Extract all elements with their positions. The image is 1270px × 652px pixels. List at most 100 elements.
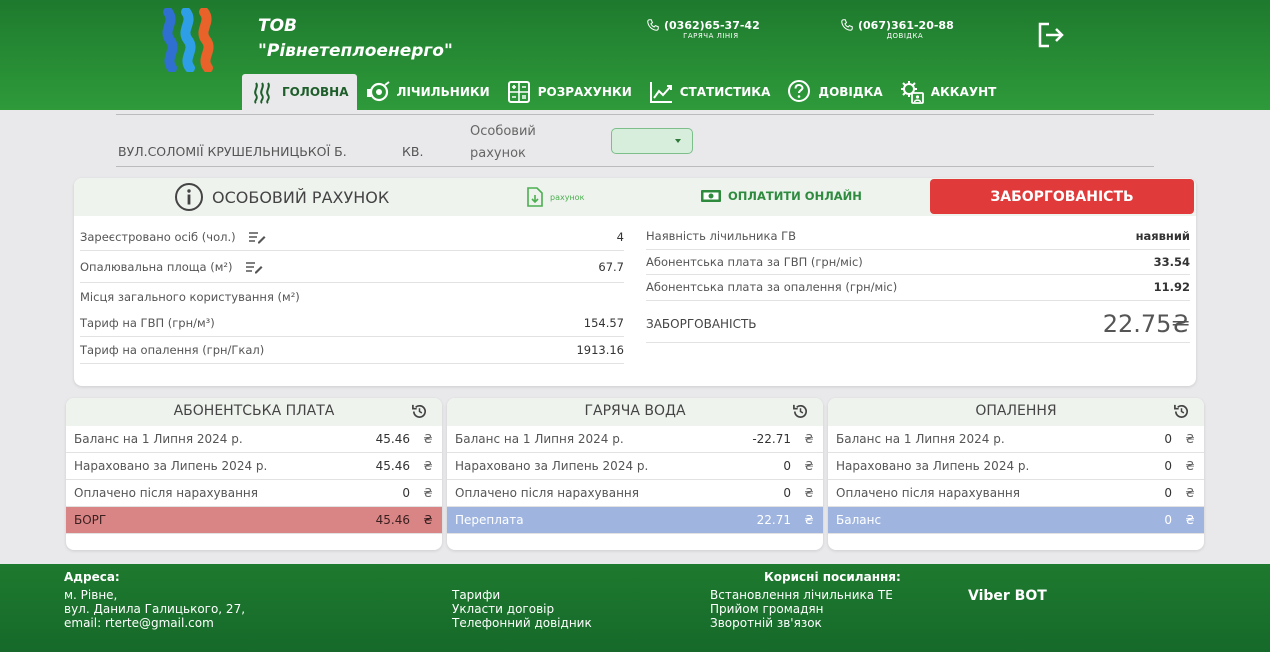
currency-icon: ₴ <box>1185 486 1195 500</box>
card-total-row: Переплата 22.71 ₴ <box>447 507 823 534</box>
account-gear-icon <box>900 81 924 104</box>
footer: Адреса: м. Рівне, вул. Данила Галицького… <box>0 564 1270 652</box>
currency-icon: ₴ <box>1185 513 1195 527</box>
footer-link-tariffs[interactable]: Тарифи <box>452 588 592 602</box>
info-row: Місця загального користування (м²) <box>80 283 624 310</box>
phone-icon <box>647 19 659 31</box>
currency-icon: ₴ <box>1185 459 1195 473</box>
card-row: Оплачено після нарахування 0 ₴ <box>66 480 442 507</box>
account-panel: ОСОБОВИЙ РАХУНОК рахунок ОПЛАТИТИ ОНЛАЙН… <box>74 178 1196 386</box>
footer-link-meter-install[interactable]: Встановлення лічильника ТЕ <box>710 588 893 602</box>
nav-calculations-label: РОЗРАХУНКИ <box>537 85 632 99</box>
info-row-label: Тариф на опалення (грн/Гкал) <box>80 343 265 357</box>
card-row: Нараховано за Липень 2024 р. 0 ₴ <box>828 453 1204 480</box>
hotline-phone[interactable]: (0362)65-37-42 ГАРЯЧА ЛІНІЯ <box>646 18 760 40</box>
debt-total-value: 22.75₴ <box>1102 310 1190 338</box>
card-row-label: Оплачено після нарахування <box>74 486 258 500</box>
info-row-label: Наявність лічильника ГВ <box>646 229 797 244</box>
nav-statistics-label: СТАТИСТИКА <box>679 85 771 99</box>
company-name: ТОВ "Рівнетеплоенерго" <box>258 14 453 64</box>
cash-icon <box>701 190 721 202</box>
company-line-1: ТОВ <box>258 16 298 36</box>
card-title: АБОНЕНТСЬКА ПЛАТА <box>173 403 335 419</box>
info-row: Зареєстровано осіб (чол.) 4 <box>80 224 624 251</box>
history-icon[interactable] <box>411 403 428 420</box>
currency-icon: ₴ <box>423 459 433 473</box>
footer-address-line: вул. Данила Галицького, 27, <box>64 602 246 616</box>
company-logo-icon[interactable] <box>160 8 224 72</box>
info-icon <box>175 183 203 211</box>
card-row-label: Нараховано за Липень 2024 р. <box>74 459 268 473</box>
debt-total-label: ЗАБОРГОВАНІСТЬ <box>646 317 757 331</box>
nav-account[interactable]: АККАУНТ <box>891 74 1005 110</box>
info-row-value: 4 <box>616 230 624 244</box>
nav-help[interactable]: ДОВІДКА <box>778 74 890 110</box>
card-row: Баланс на 1 Липня 2024 р. -22.71 ₴ <box>447 426 823 453</box>
footer-viber-bot[interactable]: Viber BOT <box>968 588 1047 604</box>
card-row-label: Нараховано за Липень 2024 р. <box>455 459 649 473</box>
debt-button[interactable]: ЗАБОРГОВАНІСТЬ <box>930 179 1194 214</box>
divider <box>116 114 1154 115</box>
info-row-value: 33.54 <box>1153 254 1190 269</box>
address-street: ВУЛ.СОЛОМІЇ КРУШЕЛЬНИЦЬКОЇ Б. <box>118 144 347 159</box>
card-row-value: 22.71 <box>756 513 791 527</box>
card-row-label: Оплачено після нарахування <box>455 486 639 500</box>
currency-icon: ₴ <box>423 486 433 500</box>
edit-icon[interactable] <box>248 230 266 244</box>
card-row: Нараховано за Липень 2024 р. 0 ₴ <box>447 453 823 480</box>
nav-home-label: ГОЛОВНА <box>282 85 349 99</box>
card-row-label: Нараховано за Липень 2024 р. <box>836 459 1030 473</box>
account-panel-title-text: ОСОБОВИЙ РАХУНОК <box>212 187 390 207</box>
footer-address-heading: Адреса: <box>64 570 120 584</box>
account-info-right: Наявність лічильника ГВ наявний Абонентс… <box>646 224 1190 343</box>
download-bill-link[interactable]: рахунок <box>524 186 584 208</box>
card-heating: ОПАЛЕННЯ Баланс на 1 Липня 2024 р. 0 ₴ Нар… <box>828 398 1204 550</box>
meter-icon <box>366 81 390 102</box>
company-line-2: "Рівнетеплоенерго" <box>258 41 453 61</box>
nav-statistics[interactable]: СТАТИСТИКА <box>640 74 779 110</box>
pay-online-button[interactable]: ОПЛАТИТИ ОНЛАЙН <box>700 188 862 204</box>
question-icon <box>788 80 811 102</box>
footer-link-contract[interactable]: Укласти договір <box>452 602 592 616</box>
footer-link-feedback[interactable]: Зворотній зв'язок <box>710 616 893 630</box>
card-header: ГАРЯЧА ВОДА <box>447 398 823 426</box>
nav-help-label: ДОВІДКА <box>818 85 883 99</box>
history-icon[interactable] <box>1173 403 1190 420</box>
phone-icon <box>841 19 853 31</box>
edit-icon[interactable] <box>245 260 263 274</box>
nav-meters[interactable]: ЛІЧИЛЬНИКИ <box>357 74 498 110</box>
account-select[interactable] <box>611 128 693 154</box>
card-row-label: БОРГ <box>74 513 107 527</box>
card-row-label: Переплата <box>455 513 524 527</box>
nav-home[interactable]: ГОЛОВНА <box>242 74 357 110</box>
card-header: ОПАЛЕННЯ <box>828 398 1204 426</box>
divider <box>116 166 1154 167</box>
address-apartment: КВ. <box>402 144 424 159</box>
chevron-down-icon <box>675 139 681 143</box>
chart-icon <box>649 82 672 103</box>
footer-link-reception[interactable]: Прийом громадян <box>710 602 893 616</box>
currency-icon: ₴ <box>804 486 814 500</box>
info-row: Опалювальна площа (м²) 67.7 <box>80 251 624 283</box>
history-icon[interactable] <box>792 403 809 420</box>
hotline-label: ГАРЯЧА ЛІНІЯ <box>683 32 739 40</box>
info-number: (067)361-20-88 <box>858 18 954 32</box>
card-row-value: 0 <box>783 459 791 473</box>
document-download-icon <box>527 187 543 207</box>
footer-link-phonebook[interactable]: Телефонний довідник <box>452 616 592 630</box>
card-row-value: 0 <box>1164 459 1172 473</box>
logout-icon[interactable] <box>1036 20 1066 50</box>
info-row: Абонентська плата за ГВП (грн/міс) 33.54 <box>646 250 1190 275</box>
card-row-label: Оплачено після нарахування <box>836 486 1020 500</box>
debt-total-row: ЗАБОРГОВАНІСТЬ 22.75₴ <box>646 307 1190 343</box>
nav-calculations[interactable]: РОЗРАХУНКИ <box>498 74 640 110</box>
footer-address-line: м. Рівне, <box>64 588 118 602</box>
card-hot-water: ГАРЯЧА ВОДА Баланс на 1 Липня 2024 р. -22… <box>447 398 823 550</box>
pay-online-label: ОПЛАТИТИ ОНЛАЙН <box>728 189 862 203</box>
account-label-line-1: Особовий <box>470 124 536 139</box>
info-phone[interactable]: (067)361-20-88 ДОВІДКА <box>840 18 954 40</box>
card-row-label: Баланс на 1 Липня 2024 р. <box>74 432 243 446</box>
account-panel-header: ОСОБОВИЙ РАХУНОК рахунок ОПЛАТИТИ ОНЛАЙН… <box>74 178 1196 216</box>
card-row-value: 45.46 <box>375 432 410 446</box>
card-row-value: 0 <box>1164 432 1172 446</box>
